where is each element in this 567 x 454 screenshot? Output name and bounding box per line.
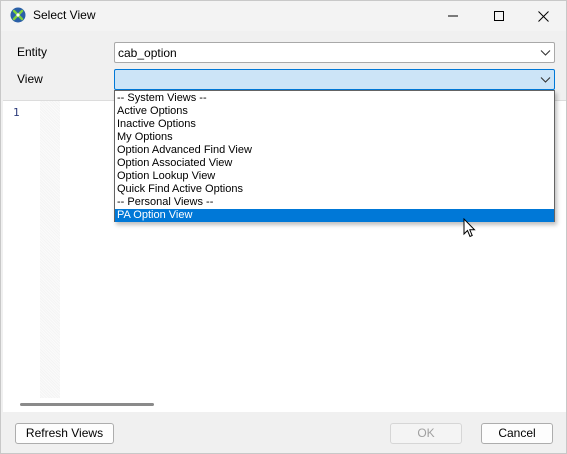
line-number: 1 [13,106,20,119]
minimize-button[interactable] [430,1,476,31]
title-bar: Select View [1,1,566,31]
xrm-toolbox-icon [10,7,26,23]
dropdown-item[interactable]: -- Personal Views -- [115,196,554,209]
view-label: View [17,72,43,86]
minimize-icon [448,15,458,17]
entity-combobox-value: cab_option [118,46,177,60]
mouse-cursor-icon [463,218,476,238]
cancel-button[interactable]: Cancel [481,423,553,444]
dropdown-item-selected[interactable]: PA Option View [115,209,554,222]
select-view-dialog: Select View Entity cab_option View 1 -- … [0,0,567,454]
dropdown-item[interactable]: -- System Views -- [115,92,554,105]
view-combobox[interactable] [114,69,555,90]
view-dropdown-list: -- System Views -- Active Options Inacti… [114,90,555,222]
dropdown-item[interactable]: Inactive Options [115,118,554,131]
line-number-gutter: 1 [3,101,39,412]
chevron-down-icon [540,77,551,83]
ok-button[interactable]: OK [390,423,462,444]
window-title: Select View [33,8,96,22]
close-button[interactable] [520,1,566,31]
dropdown-item[interactable]: Quick Find Active Options [115,183,554,196]
dropdown-item[interactable]: Option Advanced Find View [115,144,554,157]
scrollbar-thumb[interactable] [20,403,154,406]
chevron-down-icon [540,50,551,56]
dropdown-item[interactable]: My Options [115,131,554,144]
horizontal-scrollbar[interactable] [3,398,566,412]
entity-label: Entity [17,45,48,59]
entity-combobox[interactable]: cab_option [114,42,555,63]
fold-margin [40,101,60,412]
close-icon [537,10,549,22]
dropdown-item[interactable]: Option Associated View [115,157,554,170]
dropdown-item[interactable]: Option Lookup View [115,170,554,183]
maximize-button[interactable] [476,1,522,31]
dropdown-item[interactable]: Active Options [115,105,554,118]
refresh-views-button[interactable]: Refresh Views [15,423,114,444]
maximize-icon [494,11,504,21]
